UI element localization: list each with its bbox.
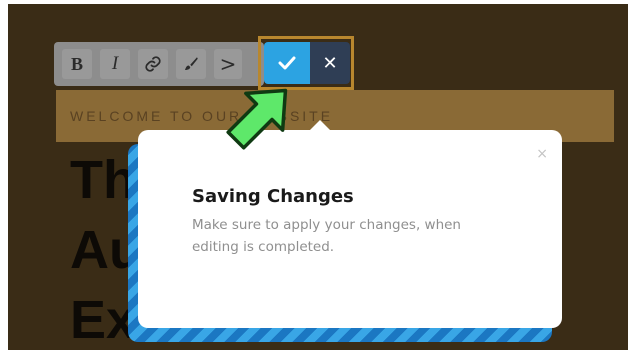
link-button[interactable]	[138, 49, 168, 79]
brush-button[interactable]	[176, 49, 206, 79]
tooltip-body: Make sure to apply your changes, when ed…	[192, 217, 461, 255]
bold-button[interactable]: B	[62, 49, 92, 79]
close-icon[interactable]: ×	[536, 146, 548, 162]
italic-button[interactable]: I	[100, 49, 130, 79]
tooltip-title: Saving Changes	[192, 186, 354, 207]
check-icon	[278, 56, 296, 70]
pointer-arrow-icon	[226, 88, 288, 150]
more-button[interactable]: >	[214, 49, 242, 79]
saving-changes-tooltip: × Saving Changes Make sure to apply your…	[138, 120, 562, 328]
tooltip-arrow	[308, 120, 332, 132]
headline-line-3: Ex	[70, 290, 137, 350]
cancel-changes-button[interactable]: ✕	[310, 42, 350, 84]
page-background: WELCOME TO OUR WEBSITE The Au Ex B I > ✕	[8, 4, 628, 350]
brush-icon	[185, 57, 198, 70]
link-icon	[145, 56, 161, 72]
